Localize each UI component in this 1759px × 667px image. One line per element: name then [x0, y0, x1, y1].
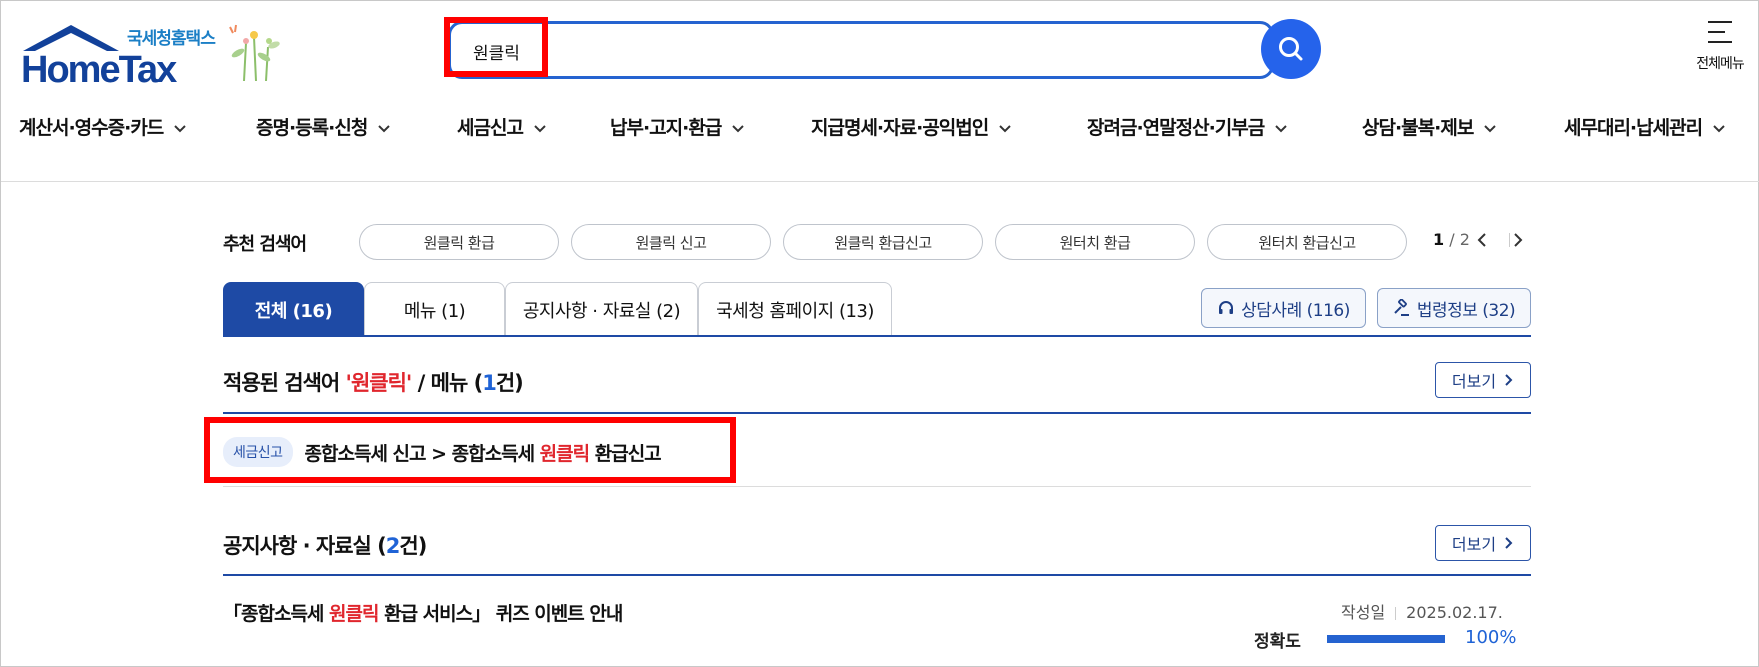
- global-navigation: 계산서·영수증·카드 증명·등록·신청 세금신고 납부·고지·환급 지급명세·자…: [1, 113, 1759, 153]
- date-label: 작성일: [1341, 603, 1386, 622]
- pager-total: / 2: [1449, 230, 1470, 249]
- search-box: [448, 21, 1274, 79]
- chevron-right-icon: [1505, 374, 1513, 386]
- highlight-search-term-box: [444, 17, 548, 77]
- recommended-chip[interactable]: 원클릭 신고: [571, 224, 771, 260]
- gnb-item-statement[interactable]: 지급명세·자료·공익법인: [811, 113, 1012, 140]
- gnb-item-payment[interactable]: 납부·고지·환급: [610, 113, 745, 140]
- chevron-down-icon: [378, 124, 391, 132]
- consultation-cases-button[interactable]: 상담사례 (116): [1201, 288, 1366, 328]
- chevron-right-icon: [1514, 233, 1523, 247]
- consultation-cases-label: 상담사례 (116): [1241, 300, 1350, 321]
- tab-nts-homepage[interactable]: 국세청 홈페이지 (13): [698, 282, 892, 336]
- gnb-label: 세금신고: [457, 117, 524, 139]
- gnb-item-consultation[interactable]: 상담·불복·제보: [1362, 113, 1497, 140]
- hamburger-menu-icon: [1708, 21, 1732, 43]
- title-keyword: '원클릭': [345, 371, 413, 395]
- tab-menu[interactable]: 메뉴 (1): [364, 282, 505, 336]
- headset-icon: [1219, 301, 1234, 314]
- tab-underline: [223, 335, 1531, 337]
- menu-section-divider: [223, 412, 1531, 414]
- menu-result-divider: [223, 486, 1531, 487]
- item-title-after: 환급 서비스」 퀴즈 이벤트 안내: [378, 603, 623, 625]
- notice-section-title: 공지사항 · 자료실 (2건): [223, 530, 427, 560]
- chevron-left-icon: [1477, 233, 1486, 247]
- recommended-pager: 1 / 2: [1433, 230, 1470, 249]
- gnb-label: 지급명세·자료·공익법인: [811, 117, 989, 139]
- law-info-button[interactable]: 법령정보 (32): [1377, 288, 1531, 328]
- recommended-chip[interactable]: 원클릭 환급: [359, 224, 559, 260]
- chevron-down-icon: [1713, 124, 1725, 132]
- notice-section-divider: [223, 574, 1531, 576]
- title-after: 건): [399, 534, 427, 558]
- gnb-item-tax-agent[interactable]: 세무대리·납세관리: [1564, 113, 1726, 140]
- date-value: 2025.02.17.: [1406, 603, 1503, 622]
- hometax-logo[interactable]: 국세청홈택스 HomeTax: [19, 19, 289, 91]
- tab-notice-archive[interactable]: 공지사항 · 자료실 (2): [505, 282, 698, 336]
- menu-section-title: 적용된 검색어 '원클릭' / 메뉴 (1건): [223, 367, 524, 397]
- gnb-item-invoice[interactable]: 계산서·영수증·카드: [19, 113, 187, 140]
- gnb-divider: [1, 181, 1759, 182]
- notice-item-title[interactable]: 「종합소득세 원클릭 환급 서비스」 퀴즈 이벤트 안내: [223, 599, 623, 626]
- menu-more-button[interactable]: 더보기: [1435, 362, 1531, 398]
- title-mid: / 메뉴 (: [411, 371, 484, 395]
- plant-decoration-icon: [229, 24, 280, 82]
- more-label: 더보기: [1451, 372, 1497, 391]
- title-prefix: 적용된 검색어: [223, 371, 346, 395]
- accuracy-bar-fill: [1327, 635, 1445, 643]
- chevron-down-icon: [999, 124, 1011, 132]
- notice-item-date: 작성일 2025.02.17.: [1341, 599, 1503, 623]
- title-count: 1: [482, 371, 497, 395]
- more-label: 더보기: [1451, 535, 1497, 554]
- gnb-label: 증명·등록·신청: [256, 117, 368, 139]
- highlight-menu-result-box: [204, 417, 736, 483]
- pager-prev-button[interactable]: [1471, 229, 1493, 251]
- gnb-label: 상담·불복·제보: [1362, 117, 1474, 139]
- gnb-item-incentive[interactable]: 장려금·연말정산·기부금: [1087, 113, 1288, 140]
- gavel-icon: [1394, 299, 1409, 316]
- gnb-label: 세무대리·납세관리: [1564, 117, 1703, 139]
- item-title-before: 「종합소득세: [223, 603, 330, 625]
- chevron-right-icon: [1505, 537, 1513, 549]
- chevron-down-icon: [174, 124, 186, 132]
- title-suffix: 건): [495, 371, 524, 395]
- gnb-item-tax-return[interactable]: 세금신고: [457, 113, 547, 140]
- tab-all[interactable]: 전체 (16): [223, 282, 364, 336]
- recommended-chip[interactable]: 원터치 환급: [995, 224, 1195, 260]
- search-button[interactable]: [1261, 19, 1321, 79]
- all-menu-label: 전체메뉴: [1696, 56, 1745, 72]
- title-before: 공지사항 · 자료실 (: [223, 534, 387, 558]
- pager-next-button[interactable]: [1507, 229, 1529, 251]
- search-input[interactable]: [473, 36, 1073, 66]
- recommended-label: 추천 검색어: [223, 234, 307, 255]
- all-menu-button[interactable]: 전체메뉴: [1681, 17, 1759, 73]
- item-keyword: 원클릭: [329, 603, 379, 625]
- logo-wordmark: HomeTax: [21, 49, 177, 91]
- chevron-down-icon: [534, 124, 546, 132]
- gnb-label: 계산서·영수증·카드: [19, 117, 164, 139]
- recommended-chip[interactable]: 원터치 환급신고: [1207, 224, 1407, 260]
- pager-current: 1: [1433, 230, 1445, 249]
- logo-tagline: 국세청홈택스: [127, 29, 216, 49]
- gnb-label: 장려금·연말정산·기부금: [1087, 117, 1265, 139]
- accuracy-value: 100%: [1465, 627, 1517, 648]
- gnb-label: 납부·고지·환급: [610, 117, 722, 139]
- notice-more-button[interactable]: 더보기: [1435, 525, 1531, 561]
- accuracy-bar: [1327, 635, 1445, 643]
- chevron-down-icon: [732, 124, 745, 132]
- chevron-down-icon: [1275, 124, 1287, 132]
- law-info-label: 법령정보 (32): [1416, 300, 1516, 321]
- search-icon: [1279, 37, 1303, 61]
- gnb-item-certificate[interactable]: 증명·등록·신청: [256, 113, 391, 140]
- chevron-down-icon: [1484, 124, 1497, 132]
- recommended-chip[interactable]: 원클릭 환급신고: [783, 224, 983, 260]
- title-count: 2: [385, 534, 401, 558]
- accuracy-label: 정확도: [1254, 632, 1301, 652]
